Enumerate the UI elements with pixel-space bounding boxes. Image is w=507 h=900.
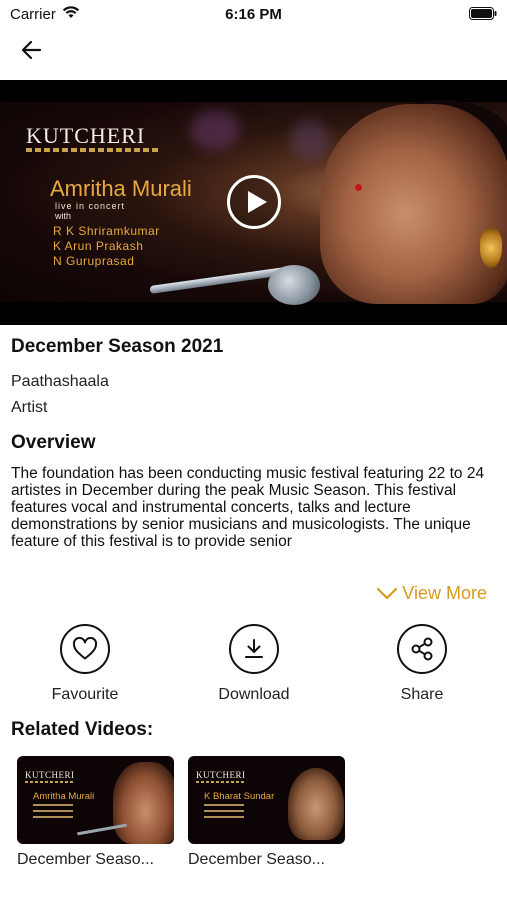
status-bar: Carrier 6:16 PM — [0, 0, 507, 30]
thumbnail-text-lines — [204, 804, 244, 822]
view-more-button[interactable]: View More — [376, 583, 487, 604]
view-more-label: View More — [402, 583, 487, 603]
kutcheri-logo: KUTCHERI — [25, 770, 75, 780]
stage-light — [190, 110, 240, 150]
favourite-label: Favourite — [51, 686, 119, 703]
promo-with-label: with — [55, 211, 72, 221]
play-button[interactable] — [227, 175, 281, 229]
artist-bindi — [355, 184, 362, 191]
related-videos-heading: Related Videos: — [11, 719, 154, 740]
download-label: Download — [218, 686, 290, 703]
related-video-caption: December Seaso... — [17, 851, 154, 868]
heart-icon — [72, 637, 98, 660]
promo-accompanists: R K Shriramkumar K Arun Prakash N Gurupr… — [53, 224, 160, 269]
arrow-left-icon — [21, 40, 42, 60]
logo-ornament — [26, 148, 158, 152]
favourite-button[interactable]: Favourite — [30, 624, 140, 704]
artist-photo — [288, 768, 344, 840]
artist-photo — [113, 762, 174, 844]
artist-photo — [320, 104, 507, 304]
page-title: December Season 2021 — [11, 336, 224, 357]
play-icon — [248, 191, 267, 213]
thumbnail-text-lines — [33, 804, 73, 822]
battery-icon — [469, 7, 497, 20]
chevron-down-icon — [377, 587, 398, 599]
back-button[interactable] — [18, 36, 46, 64]
overview-heading: Overview — [11, 432, 96, 453]
stage-light — [290, 120, 330, 160]
logo-ornament — [25, 781, 75, 783]
artist-earring — [480, 228, 502, 268]
role-label: Artist — [11, 399, 48, 416]
download-button[interactable]: Download — [199, 624, 309, 704]
thumbnail-artist-name: K Bharat Sundar — [204, 791, 275, 802]
accompanist-name: N Guruprasad — [53, 254, 135, 268]
related-video-card[interactable]: KUTCHERI Amritha Murali December Seaso..… — [17, 756, 174, 869]
microphone-icon — [268, 265, 320, 305]
kutcheri-logo: KUTCHERI — [26, 123, 146, 148]
category-label: Paathashaala — [11, 373, 109, 390]
share-icon — [411, 637, 433, 661]
share-circle — [397, 624, 447, 674]
share-label: Share — [400, 686, 444, 703]
promo-artist-name: Amritha Murali — [50, 176, 192, 201]
favourite-circle — [60, 624, 110, 674]
logo-ornament — [196, 781, 246, 783]
related-video-card[interactable]: KUTCHERI K Bharat Sundar December Seaso.… — [188, 756, 345, 869]
download-icon — [245, 639, 263, 658]
related-video-thumbnail: KUTCHERI K Bharat Sundar — [188, 756, 345, 844]
related-video-thumbnail: KUTCHERI Amritha Murali — [17, 756, 174, 844]
kutcheri-logo: KUTCHERI — [196, 770, 246, 780]
thumbnail-artist-name: Amritha Murali — [33, 791, 95, 802]
overview-text: The foundation has been conducting music… — [11, 465, 485, 550]
share-button[interactable]: Share — [367, 624, 477, 704]
accompanist-name: R K Shriramkumar — [53, 224, 160, 238]
related-video-caption: December Seaso... — [188, 851, 325, 868]
accompanist-name: K Arun Prakash — [53, 239, 144, 253]
promo-subtitle: live in concert — [55, 201, 126, 211]
download-circle — [229, 624, 279, 674]
clock: 6:16 PM — [225, 6, 282, 23]
